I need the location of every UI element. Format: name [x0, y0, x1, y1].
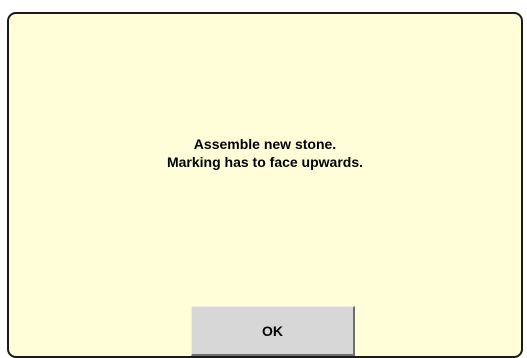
message-dialog: Assemble new stone. Marking has to face … — [7, 12, 523, 358]
message-line-1: Assemble new stone. — [193, 136, 337, 152]
ok-button[interactable]: OK — [191, 306, 355, 356]
dialog-message: Assemble new stone. Marking has to face … — [9, 135, 521, 171]
message-line-2: Marking has to face upwards. — [166, 154, 364, 170]
